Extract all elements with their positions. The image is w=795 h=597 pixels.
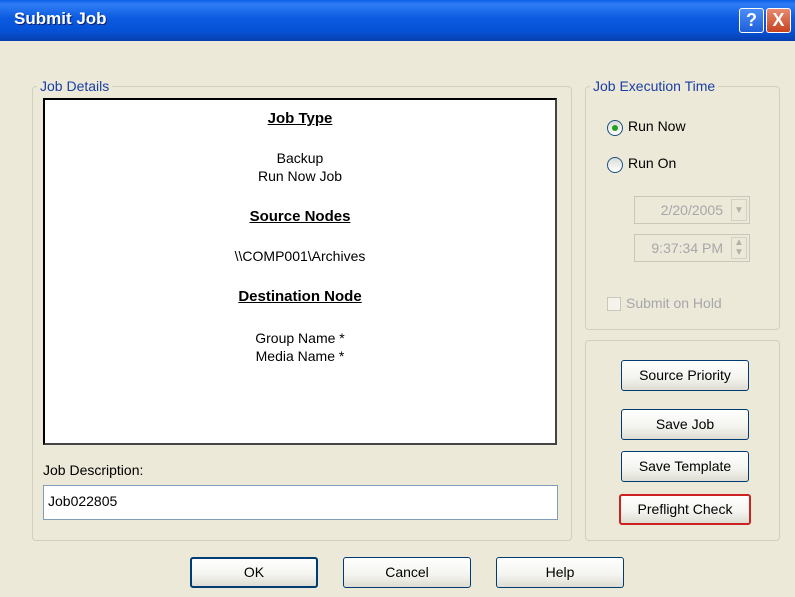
help-icon[interactable]: ? [739, 8, 764, 33]
submit-on-hold-label[interactable]: Submit on Hold [626, 295, 722, 311]
job-execution-time-label: Job Execution Time [593, 78, 716, 94]
run-on-radio[interactable] [607, 157, 623, 173]
source-node-path: \\COMP001\Archives [234, 248, 366, 264]
source-priority-button[interactable]: Source Priority [621, 360, 749, 391]
chevron-down-icon[interactable]: ▼ [731, 199, 747, 221]
run-now-radio[interactable] [607, 120, 623, 136]
source-nodes-heading: Source Nodes [249, 208, 351, 225]
run-on-label[interactable]: Run On [628, 155, 676, 171]
job-details-label: Job Details [40, 78, 110, 94]
time-value: 9:37:34 PM [651, 240, 723, 256]
preflight-check-button[interactable]: Preflight Check [619, 494, 751, 525]
save-template-button[interactable]: Save Template [621, 451, 749, 482]
radio-selected-dot [612, 125, 618, 131]
job-type-heading: Job Type [267, 110, 333, 127]
save-job-button[interactable]: Save Job [621, 409, 749, 440]
job-type-line-1: Backup [276, 150, 324, 166]
run-on-time-spinner[interactable]: 9:37:34 PM ▲ ▼ [634, 234, 750, 262]
destination-node-heading: Destination Node [238, 288, 362, 305]
window-title: Submit Job [14, 9, 107, 28]
close-icon[interactable]: X [766, 8, 791, 33]
run-now-label[interactable]: Run Now [628, 118, 686, 134]
job-description-input[interactable]: Job022805 [43, 485, 558, 520]
submit-on-hold-checkbox[interactable] [607, 297, 621, 311]
date-value: 2/20/2005 [660, 202, 723, 218]
help-button[interactable]: Help [496, 557, 624, 588]
title-bar[interactable]: Submit Job ? X [0, 0, 795, 41]
job-summary-panel: Job Type Backup Run Now Job Source Nodes… [43, 98, 557, 445]
spinner-arrows-icon[interactable]: ▲ ▼ [731, 237, 747, 259]
cancel-button[interactable]: Cancel [343, 557, 471, 588]
run-on-date-picker[interactable]: 2/20/2005 ▼ [634, 196, 750, 224]
job-description-label: Job Description: [43, 462, 144, 478]
media-name-line: Media Name * [255, 348, 345, 364]
ok-button[interactable]: OK [190, 557, 318, 588]
group-name-line: Group Name * [255, 330, 345, 346]
submit-job-dialog: Submit Job ? X Job Details Job Type Back… [0, 0, 795, 597]
job-type-line-2: Run Now Job [257, 168, 343, 184]
